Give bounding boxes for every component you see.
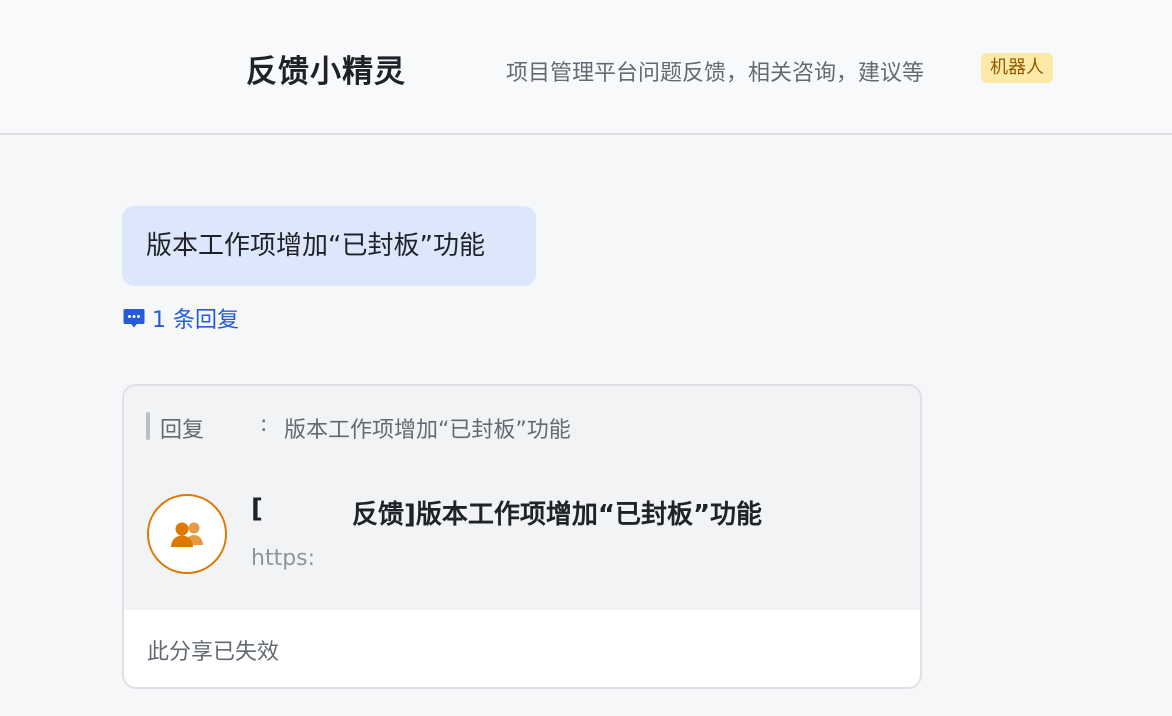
expired-notice: 此分享已失效 [147,640,280,665]
comment-bubble-icon [123,309,145,328]
quote-bar [146,412,150,440]
chat-description: 项目管理平台问题反馈，相关咨询，建议等 [506,61,925,86]
reply-thread-link[interactable]: 1 条回复 [122,303,239,333]
card-content: 回复 : 版本工作项增加“已封板”功能 [ 反馈]版本工作项增加“已封板”功能 … [124,386,920,610]
reply-count: 1 条回复 [152,308,239,333]
chat-header: 反馈小精灵 项目管理平台问题反馈，相关咨询，建议等 机器人 [0,0,1172,135]
link-url[interactable]: https: [251,546,315,571]
quote-text: 版本工作项增加“已封板”功能 [284,418,571,443]
quote-label: 回复 [160,418,205,443]
group-avatar [147,494,227,574]
quote-separator: : [260,412,268,437]
link-title-bracket: [ [251,494,263,524]
shared-link-card[interactable]: 回复 : 版本工作项增加“已封板”功能 [ 反馈]版本工作项增加“已封板”功能 … [122,384,922,689]
chat-title[interactable]: 反馈小精灵 [246,46,406,91]
link-title[interactable]: 反馈]版本工作项增加“已封板”功能 [352,494,762,531]
group-people-icon [171,522,203,547]
bot-badge: 机器人 [981,53,1053,83]
message-bubble[interactable]: 版本工作项增加“已封板”功能 [122,206,536,286]
